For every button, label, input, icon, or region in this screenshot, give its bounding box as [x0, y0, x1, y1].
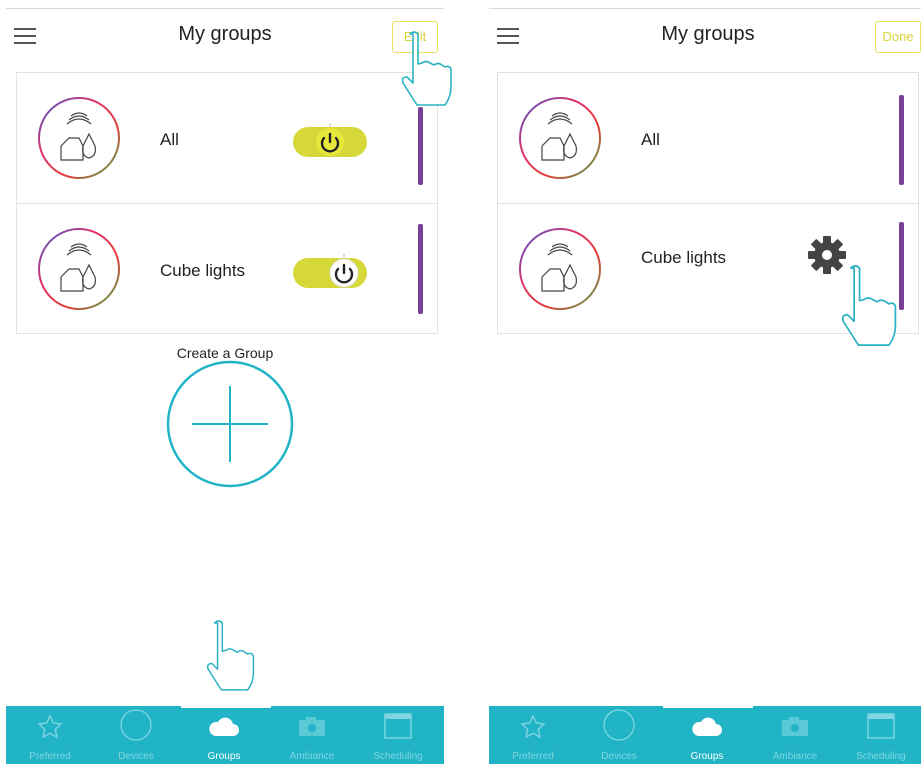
tap-hand-icon — [827, 260, 903, 350]
group-name: All — [160, 130, 179, 149]
camera-icon — [782, 717, 808, 736]
group-lamps-icon — [37, 96, 121, 180]
power-toggle[interactable] — [293, 123, 367, 161]
group-color-bar — [899, 95, 904, 185]
tab-label: Scheduling — [373, 751, 423, 762]
group-color-bar — [418, 107, 423, 185]
screen-groups: My groups Edit All Cube lights — [6, 8, 444, 764]
circle-icon — [603, 709, 635, 741]
page-title: My groups — [661, 23, 755, 45]
group-name: All — [641, 130, 660, 149]
group-row[interactable]: All — [17, 73, 437, 202]
bottom-tab-bar: Preferred Devices Groups Ambiance Schedu… — [489, 704, 921, 764]
tab-ambiance[interactable]: Ambiance — [753, 706, 837, 764]
groups-list: All Cube lights — [16, 72, 438, 334]
bottom-tab-bar: Preferred Devices Groups Ambiance Schedu… — [6, 704, 444, 764]
tab-devices[interactable]: Devices — [577, 706, 661, 764]
tab-label: Preferred — [512, 751, 554, 762]
tab-label: Devices — [601, 751, 637, 762]
app-header: My groups Done — [489, 9, 921, 65]
group-name: Cube lights — [641, 248, 727, 267]
tab-label: Groups — [690, 751, 724, 762]
tab-label: Scheduling — [856, 751, 906, 762]
screen-groups-edit: My groups Done All Cube lights Preferred… — [489, 8, 921, 764]
camera-icon — [299, 717, 325, 736]
calendar-icon — [384, 713, 412, 739]
tab-groups[interactable]: Groups — [182, 706, 266, 764]
tab-preferred[interactable]: Preferred — [491, 706, 575, 764]
tab-scheduling[interactable]: Scheduling — [356, 706, 440, 764]
group-lamps-icon — [518, 96, 602, 180]
group-row[interactable]: Cube lights — [17, 203, 437, 333]
cloud-icon — [692, 717, 722, 736]
tap-hand-icon — [388, 28, 458, 108]
tab-label: Devices — [118, 751, 154, 762]
tab-label: Ambiance — [772, 751, 818, 762]
tab-label: Preferred — [29, 751, 71, 762]
tab-scheduling[interactable]: Scheduling — [839, 706, 921, 764]
cloud-icon — [209, 717, 239, 736]
group-lamps-icon — [37, 227, 121, 311]
tab-devices[interactable]: Devices — [94, 706, 178, 764]
star-icon — [520, 714, 546, 739]
group-color-bar — [418, 224, 423, 314]
group-lamps-icon — [518, 227, 602, 311]
group-row[interactable]: All — [498, 73, 918, 202]
circle-icon — [120, 709, 152, 741]
app-header: My groups Edit — [6, 9, 444, 65]
tab-preferred[interactable]: Preferred — [8, 706, 92, 764]
tab-label: Ambiance — [289, 751, 335, 762]
tap-hand-icon — [194, 612, 260, 698]
tab-groups[interactable]: Groups — [665, 706, 749, 764]
tab-label: Groups — [207, 751, 241, 762]
group-name: Cube lights — [160, 261, 246, 280]
calendar-icon — [867, 713, 895, 739]
done-button[interactable]: Done — [875, 21, 921, 53]
power-toggle[interactable] — [293, 254, 367, 292]
tab-ambiance[interactable]: Ambiance — [270, 706, 354, 764]
create-group-button[interactable] — [164, 358, 296, 490]
page-title: My groups — [178, 23, 272, 45]
star-icon — [37, 714, 63, 739]
